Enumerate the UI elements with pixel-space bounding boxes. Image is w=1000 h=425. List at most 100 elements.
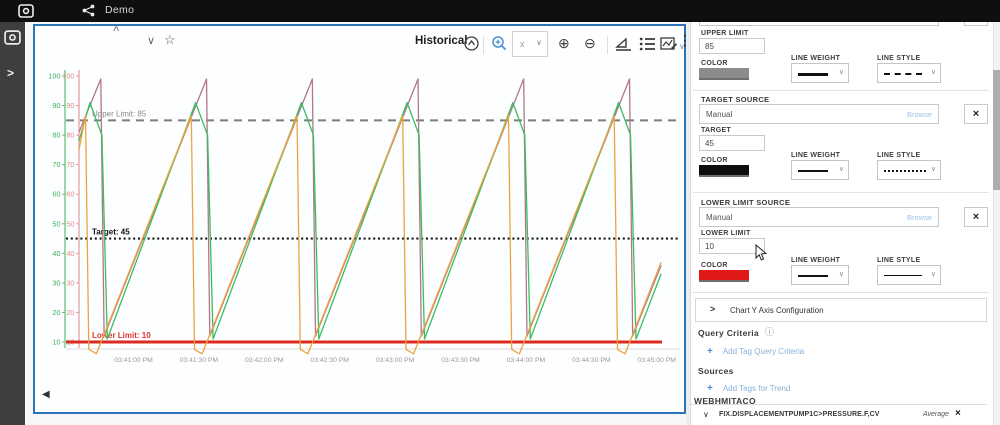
chevron-down-icon: ∨: [930, 271, 936, 278]
zoom-axis-value: x: [520, 39, 525, 49]
browse-link[interactable]: Browse: [907, 213, 932, 222]
favorite-star-icon[interactable]: ☆: [164, 32, 176, 48]
x-tick-label: 03:43:30 PM: [441, 357, 480, 364]
y-tick-label: 40: [66, 249, 74, 258]
lower-limit-source-label: LOWER LIMIT SOURCE: [701, 198, 791, 207]
y-tick-label: 20: [66, 308, 74, 317]
upper-limit-color-swatch[interactable]: [699, 68, 749, 80]
toolbar-separator: [483, 36, 484, 54]
scrollbar-thumb[interactable]: [993, 70, 1000, 190]
color-label: COLOR: [701, 60, 728, 67]
target-color-swatch[interactable]: [699, 165, 749, 177]
y-tick-label: 60: [52, 190, 60, 199]
monitor-icon[interactable]: [4, 30, 21, 45]
ref-line-label: Lower Limit: 10: [92, 331, 151, 340]
divider: [693, 292, 989, 293]
target-source-input[interactable]: Manual Browse: [699, 104, 939, 124]
tag-row[interactable]: ∨ FIX.DISPLACEMENTPUMP1C>PRESSURE.F,CV A…: [691, 404, 987, 425]
chevron-down-icon: ∨: [838, 69, 844, 76]
x-tick-label: 03:45:00 PM: [637, 357, 676, 364]
divider: [693, 192, 989, 193]
upper-limit-value-input[interactable]: 85: [699, 38, 765, 54]
target-line-weight-select[interactable]: ∨: [791, 160, 849, 180]
target-source-label: TARGET SOURCE: [701, 95, 770, 104]
chart-type-icon[interactable]: [660, 36, 678, 52]
collapse-caret-icon[interactable]: ^: [113, 25, 119, 37]
panel-scrollbar[interactable]: [993, 0, 1000, 425]
y-tick-label: 100: [62, 72, 74, 81]
page-title: Demo: [105, 4, 135, 16]
scope-icon[interactable]: [463, 35, 480, 52]
slope-icon[interactable]: [615, 36, 633, 52]
y-tick-label: 20: [52, 308, 60, 317]
source-value: Manual: [706, 213, 733, 222]
x-tick-label: 03:44:30 PM: [572, 357, 611, 364]
legend-icon[interactable]: [639, 36, 656, 51]
chevron-down-icon: ∨: [838, 271, 844, 278]
y-axis-config-label: Chart Y Axis Configuration: [730, 306, 824, 315]
lower-line-style-select[interactable]: ∨: [877, 265, 941, 285]
line-weight-label: LINE WEIGHT: [791, 257, 841, 264]
remove-tag-icon[interactable]: ×: [955, 408, 961, 419]
chevron-down-icon: ∨: [930, 166, 936, 173]
source-value: Manual: [706, 110, 733, 119]
target-value-input[interactable]: 45: [699, 135, 765, 151]
y-tick-label: 70: [66, 160, 74, 169]
tag-aggregate-mode[interactable]: Average: [923, 411, 949, 418]
zoom-in-icon[interactable]: [491, 35, 508, 52]
info-icon[interactable]: ⓘ: [765, 325, 774, 338]
y-tick-label: 60: [66, 190, 74, 199]
lower-line-weight-select[interactable]: ∨: [791, 265, 849, 285]
series-pressure-orange: [78, 115, 662, 355]
share-icon[interactable]: [82, 4, 95, 17]
remove-lower-limit-button[interactable]: ×: [964, 207, 988, 227]
add-tag-query-link[interactable]: + Add Tag Query Criteria: [707, 346, 804, 357]
rail-expand-icon[interactable]: >: [7, 66, 14, 80]
left-sidebar: >: [0, 22, 25, 425]
chevron-down-icon: ∨: [536, 38, 542, 47]
upper-line-weight-select[interactable]: ∨: [791, 63, 849, 83]
target-line-style-select[interactable]: ∨: [877, 160, 941, 180]
x-tick-label: 03:43:00 PM: [376, 357, 415, 364]
plus-icon: +: [707, 383, 713, 394]
y-tick-label: 40: [52, 249, 60, 258]
y-tick-label: 30: [66, 278, 74, 287]
y-tick-label: 70: [52, 160, 60, 169]
series-pressure-green: [78, 101, 662, 340]
y-tick-label: 80: [52, 131, 60, 140]
color-label: COLOR: [701, 157, 728, 164]
mouse-cursor: [755, 244, 767, 261]
divider: [693, 90, 989, 91]
upper-limit-label: UPPER LIMIT: [701, 30, 749, 37]
zoom-axis-select[interactable]: x ∨: [512, 31, 548, 57]
y-tick-label: 80: [66, 131, 74, 140]
chart-y-axis-config-expander[interactable]: > Chart Y Axis Configuration: [695, 298, 987, 322]
config-panel: Manual Browse × UPPER LIMIT 85 COLOR LIN…: [690, 0, 1000, 425]
target-label: TARGET: [701, 127, 732, 134]
app-logo-icon[interactable]: [18, 4, 34, 18]
y-tick-label: 30: [52, 278, 60, 287]
lower-limit-color-swatch[interactable]: [699, 270, 749, 282]
scroll-back-icon[interactable]: ◀: [42, 389, 50, 400]
upper-line-style-select[interactable]: ∨: [877, 63, 941, 83]
y-tick-label: 90: [52, 101, 60, 110]
add-tags-link[interactable]: + Add Tags for Trend: [707, 383, 790, 394]
browse-link[interactable]: Browse: [907, 110, 932, 119]
x-tick-label: 03:42:30 PM: [310, 357, 349, 364]
zoom-out-button[interactable]: ⊖: [584, 34, 596, 52]
line-style-label: LINE STYLE: [877, 55, 921, 62]
color-label: COLOR: [701, 262, 728, 269]
y-tick-label: 100: [48, 72, 60, 81]
x-tick-label: 03:42:00 PM: [245, 357, 284, 364]
lower-limit-source-input[interactable]: Manual Browse: [699, 207, 939, 227]
zoom-in-button[interactable]: ⊕: [558, 34, 570, 52]
line-style-label: LINE STYLE: [877, 257, 921, 264]
chevron-down-icon[interactable]: ∨: [703, 410, 709, 419]
widget-dropdown-icon[interactable]: ∨: [147, 34, 155, 47]
x-tick-label: 03:41:30 PM: [180, 357, 219, 364]
trend-chart-widget[interactable]: 100 90 80 70 60 50 40 30 20 10 100 90 80 70 60 50 40 30 20…: [33, 24, 692, 414]
tag-name: FIX.DISPLACEMENTPUMP1C>PRESSURE.F,CV: [719, 411, 880, 418]
line-weight-label: LINE WEIGHT: [791, 55, 841, 62]
query-criteria-label: Query Criteria: [698, 328, 759, 338]
remove-target-button[interactable]: ×: [964, 104, 988, 124]
